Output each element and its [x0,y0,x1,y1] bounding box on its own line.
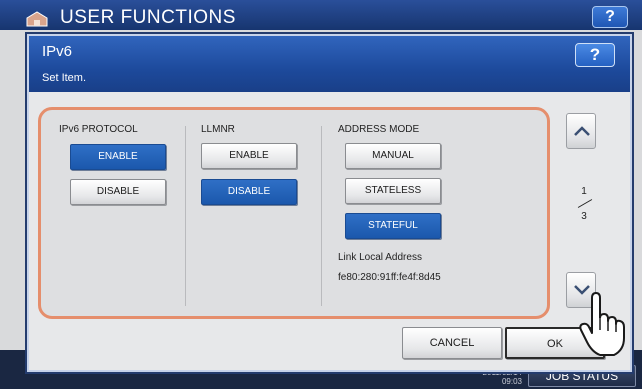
cancel-button[interactable]: CANCEL [402,327,502,359]
address-mode-manual-button[interactable]: MANUAL [345,143,441,169]
settings-panel: IPv6 PROTOCOL ENABLE DISABLE LLMNR ENABL… [38,107,550,319]
link-local-address-label: Link Local Address [338,252,422,263]
app-title: USER FUNCTIONS [60,7,236,28]
address-mode-stateless-button[interactable]: STATELESS [345,178,441,204]
dialog-header: IPv6 Set Item. ? [29,36,630,92]
hand-pointer-icon [579,292,625,356]
screen: USER FUNCTIONS ? 2011/02/14 09:03 JOB ST… [0,0,642,389]
dialog-title: IPv6 [42,43,73,60]
address-mode-stateful-button[interactable]: STATEFUL [345,213,441,239]
ipv6-protocol-label: IPv6 PROTOCOL [59,124,138,135]
page-total: 3 [581,211,587,222]
ipv6-protocol-enable-button[interactable]: ENABLE [70,144,166,170]
ipv6-protocol-disable-button[interactable]: DISABLE [70,179,166,205]
dialog-subtitle: Set Item. [42,72,87,84]
time-text: 09:03 [501,377,522,386]
page-current: 1 [581,186,587,197]
address-mode-label: ADDRESS MODE [338,124,420,135]
app-help-button[interactable]: ? [592,6,628,28]
user-functions-icon [24,10,50,28]
chevron-up-icon [574,126,590,136]
scroll-up-button[interactable] [566,113,596,149]
dialog-help-button[interactable]: ? [575,43,615,67]
llmnr-disable-button[interactable]: DISABLE [201,179,297,205]
ipv6-dialog: IPv6 Set Item. ? IPv6 PROTOCOL ENABLE DI… [27,34,632,372]
llmnr-enable-button[interactable]: ENABLE [201,143,297,169]
link-local-address-value: fe80:280:91ff:fe4f:8d45 [338,272,441,283]
page-separator [574,197,594,211]
llmnr-label: LLMNR [201,124,235,135]
column-divider [321,126,322,306]
column-divider [185,126,186,306]
page-indicator: 1 3 [574,186,594,222]
